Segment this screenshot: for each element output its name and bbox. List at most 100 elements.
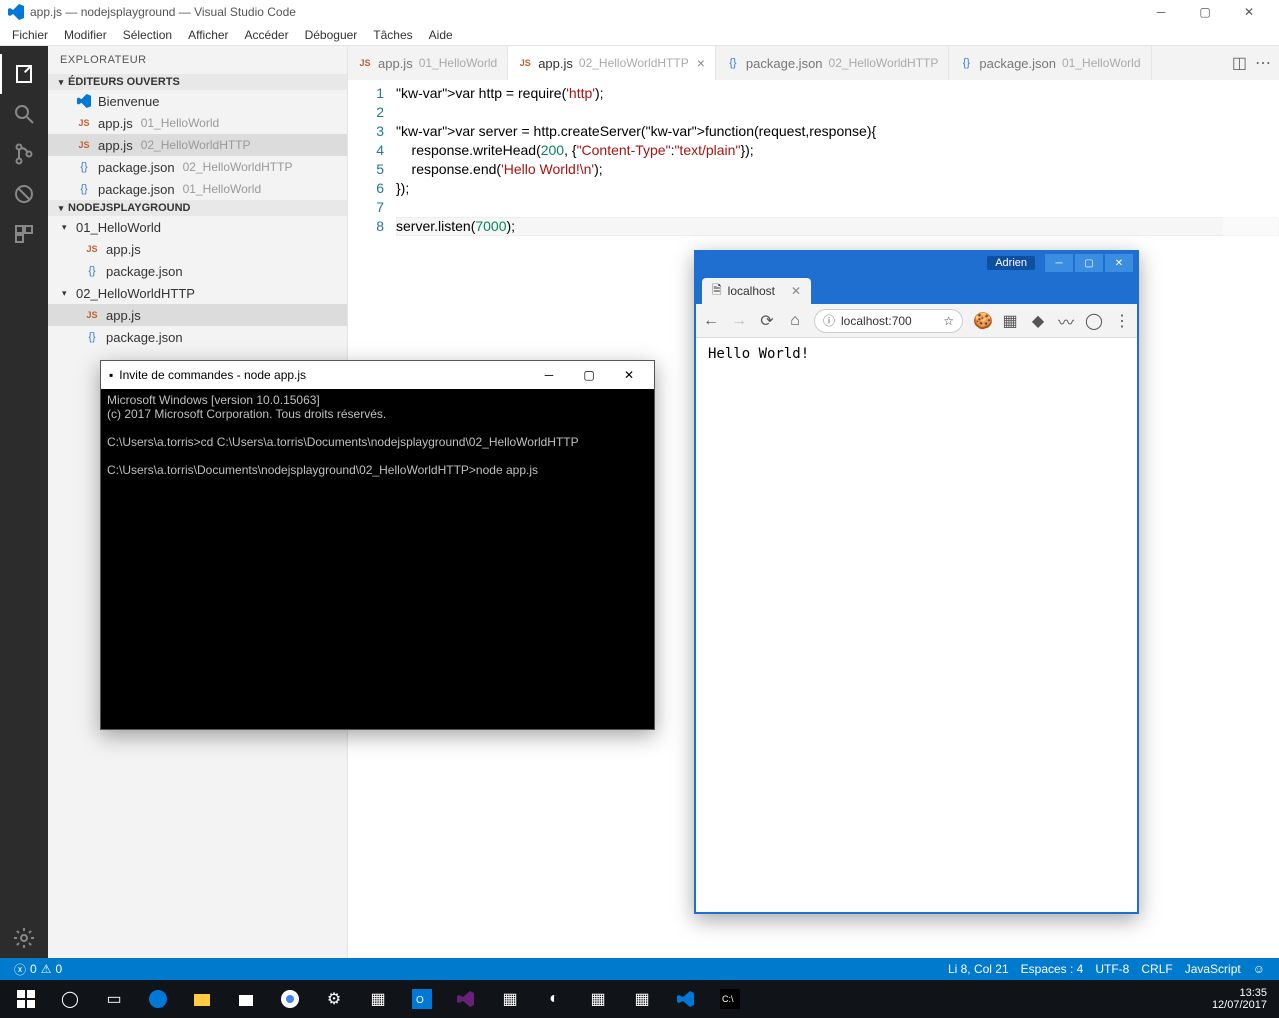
taskbar-settings[interactable]: ⚙ <box>312 983 356 1015</box>
status-eol[interactable]: CRLF <box>1135 962 1178 976</box>
file-item[interactable]: JSapp.js <box>48 304 347 326</box>
menu-aide[interactable]: Aide <box>421 26 461 44</box>
activity-explorer[interactable] <box>0 54 48 94</box>
code-line[interactable]: server.listen(7000); <box>396 217 1279 236</box>
taskbar-edge[interactable] <box>136 983 180 1015</box>
chrome-tab-close[interactable]: ✕ <box>791 284 801 298</box>
code-line[interactable]: }); <box>396 179 1279 198</box>
vs-file-icon <box>76 94 92 108</box>
minimap[interactable] <box>1223 80 1279 958</box>
project-header[interactable]: ▾ NODEJSPLAYGROUND <box>48 200 347 216</box>
chrome-close[interactable]: ✕ <box>1105 254 1133 272</box>
menu-taches[interactable]: Tâches <box>365 26 420 44</box>
tab-label: app.js <box>378 56 413 71</box>
code-line[interactable] <box>396 103 1279 122</box>
taskbar-cmd[interactable]: C:\ <box>708 983 752 1015</box>
editor-tab[interactable]: JSapp.js02_HelloWorldHTTP× <box>508 46 716 80</box>
open-editor-item[interactable]: Bienvenue <box>48 90 347 112</box>
chrome-maximize[interactable]: ▢ <box>1075 254 1103 272</box>
tab-close[interactable]: × <box>697 55 705 71</box>
chrome-page-body: Hello World! <box>696 338 1137 912</box>
editor-tab[interactable]: {}package.json02_HelloWorldHTTP <box>716 46 949 80</box>
chrome-home[interactable]: ⌂ <box>786 312 804 330</box>
chrome-ext3[interactable]: ◆ <box>1029 311 1047 331</box>
taskbar-eclipse[interactable]: ◐ <box>532 983 576 1015</box>
activity-extensions[interactable] <box>0 214 48 254</box>
file-item[interactable]: {}package.json <box>48 260 347 282</box>
folder-item[interactable]: ▾02_HelloWorldHTTP <box>48 282 347 304</box>
menu-acceder[interactable]: Accéder <box>237 26 297 44</box>
code-line[interactable]: response.writeHead(200, {"Content-Type":… <box>396 141 1279 160</box>
chrome-addressbar[interactable]: ⓘ localhost:700 ☆ <box>814 309 963 333</box>
close-button[interactable]: ✕ <box>1227 1 1271 23</box>
open-editor-item[interactable]: {}package.json02_HelloWorldHTTP <box>48 156 347 178</box>
status-encoding[interactable]: UTF-8 <box>1089 962 1135 976</box>
minimize-button[interactable]: ─ <box>1139 1 1183 23</box>
command-prompt-window[interactable]: ▪ Invite de commandes - node app.js ─ ▢ … <box>100 360 655 730</box>
status-feedback[interactable]: ☺ <box>1247 962 1271 976</box>
split-editor-icon[interactable]: ◫ <box>1232 53 1247 73</box>
code-line[interactable] <box>396 198 1279 217</box>
status-problems[interactable]: ⓧ0 ⚠0 <box>8 961 68 978</box>
file-item[interactable]: JSapp.js <box>48 238 347 260</box>
activity-scm[interactable] <box>0 134 48 174</box>
chrome-window[interactable]: Adrien ─ ▢ ✕ 🗎 localhost ✕ ← → ⟳ ⌂ ⓘ loc… <box>694 250 1139 914</box>
folder-item[interactable]: ▾01_HelloWorld <box>48 216 347 238</box>
cortana-icon[interactable]: ◯ <box>48 983 92 1015</box>
activity-settings[interactable] <box>0 918 48 958</box>
menu-deboguer[interactable]: Déboguer <box>297 26 366 44</box>
status-line-col[interactable]: Li 8, Col 21 <box>942 962 1015 976</box>
chrome-ext2[interactable]: ▦ <box>1001 311 1019 331</box>
chrome-minimize[interactable]: ─ <box>1045 254 1073 272</box>
cmd-titlebar[interactable]: ▪ Invite de commandes - node app.js ─ ▢ … <box>101 361 654 389</box>
code-line[interactable]: response.end('Hello World!\n'); <box>396 160 1279 179</box>
file-item[interactable]: {}package.json <box>48 326 347 348</box>
open-editor-item[interactable]: JSapp.js01_HelloWorld <box>48 112 347 134</box>
cmd-close[interactable]: ✕ <box>612 368 646 382</box>
taskbar-app3[interactable]: ▦ <box>576 983 620 1015</box>
chrome-ext1[interactable]: 🍪 <box>973 311 991 331</box>
taskbar-store[interactable] <box>224 983 268 1015</box>
menu-selection[interactable]: Sélection <box>115 26 180 44</box>
task-view-icon[interactable]: ▭ <box>92 983 136 1015</box>
code-line[interactable]: "kw-var">var server = http.createServer(… <box>396 122 1279 141</box>
taskbar-outlook[interactable]: O <box>400 983 444 1015</box>
chrome-user-badge[interactable]: Adrien <box>987 256 1035 270</box>
editor-tab[interactable]: JSapp.js01_HelloWorld <box>348 46 508 80</box>
cmd-body[interactable]: Microsoft Windows [version 10.0.15063] (… <box>101 389 654 729</box>
status-lang[interactable]: JavaScript <box>1179 962 1247 976</box>
system-tray[interactable]: 13:35 12/07/2017 <box>1204 987 1275 1011</box>
open-editor-item[interactable]: {}package.json01_HelloWorld <box>48 178 347 200</box>
taskbar-app2[interactable]: ▦ <box>488 983 532 1015</box>
open-editors-header[interactable]: ▾ ÉDITEURS OUVERTS <box>48 74 347 90</box>
chrome-titlebar[interactable]: Adrien ─ ▢ ✕ <box>696 252 1137 274</box>
taskbar-vs[interactable] <box>444 983 488 1015</box>
editor-tab[interactable]: {}package.json01_HelloWorld <box>949 46 1151 80</box>
status-indent[interactable]: Espaces : 4 <box>1015 962 1090 976</box>
chrome-back[interactable]: ← <box>702 312 720 330</box>
menu-fichier[interactable]: Fichier <box>4 26 56 44</box>
menu-modifier[interactable]: Modifier <box>56 26 115 44</box>
taskbar-vscode[interactable] <box>664 983 708 1015</box>
start-button[interactable] <box>4 983 48 1015</box>
chrome-ext5[interactable]: ◯ <box>1085 311 1103 331</box>
star-icon[interactable]: ☆ <box>943 314 954 328</box>
code-line[interactable]: "kw-var">var http = require('http'); <box>396 84 1279 103</box>
taskbar-app4[interactable]: ▦ <box>620 983 664 1015</box>
taskbar-explorer[interactable] <box>180 983 224 1015</box>
activity-search[interactable] <box>0 94 48 134</box>
menu-afficher[interactable]: Afficher <box>180 26 236 44</box>
open-editor-item[interactable]: JSapp.js02_HelloWorldHTTP <box>48 134 347 156</box>
taskbar-chrome[interactable] <box>268 983 312 1015</box>
chrome-ext4[interactable]: 〰 <box>1057 309 1075 333</box>
chrome-reload[interactable]: ⟳ <box>758 311 776 331</box>
chrome-menu[interactable]: ⋮ <box>1113 311 1131 331</box>
chrome-forward[interactable]: → <box>730 312 748 330</box>
maximize-button[interactable]: ▢ <box>1183 1 1227 23</box>
more-icon[interactable]: ⋯ <box>1255 53 1271 73</box>
activity-debug[interactable] <box>0 174 48 214</box>
cmd-maximize[interactable]: ▢ <box>572 368 606 382</box>
cmd-minimize[interactable]: ─ <box>532 368 566 382</box>
taskbar-app1[interactable]: ▦ <box>356 983 400 1015</box>
chrome-tab[interactable]: 🗎 localhost ✕ <box>702 278 811 304</box>
